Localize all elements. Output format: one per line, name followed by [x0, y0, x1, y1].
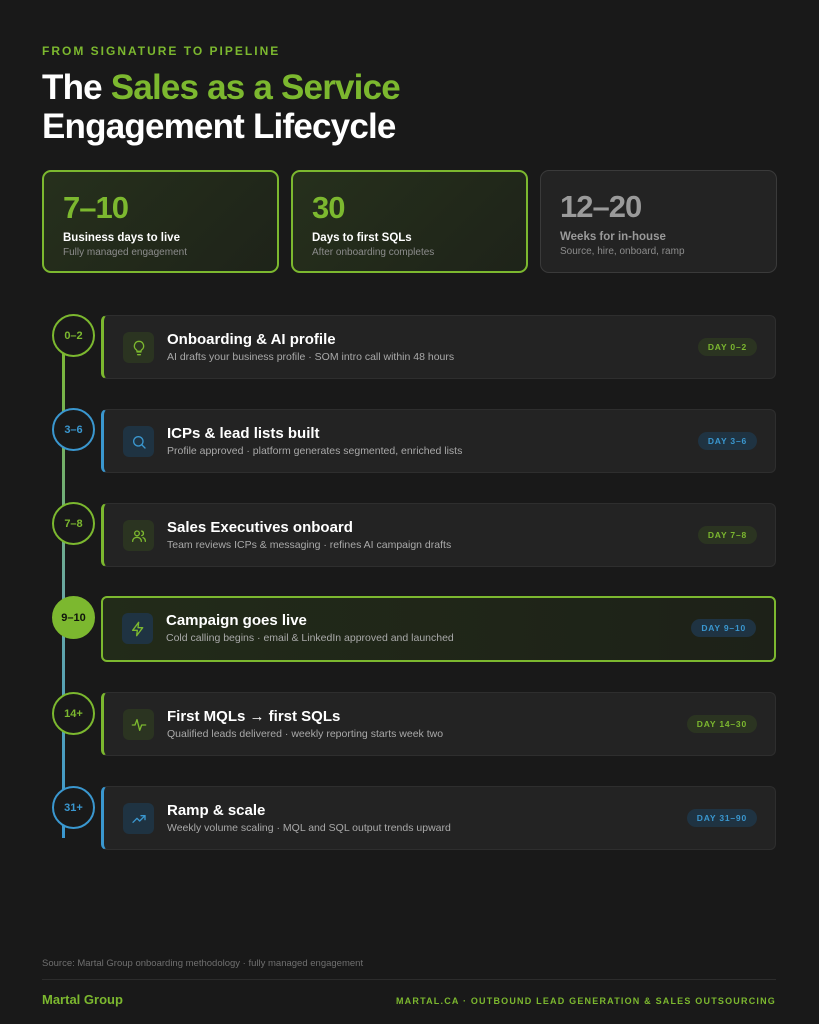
stat-value: 7–10	[63, 190, 129, 225]
title-accent: Sales as a Service	[110, 68, 401, 107]
step-title: First MQLs → first SQLs	[167, 708, 341, 725]
stat-sub: Fully managed engagement	[63, 247, 187, 258]
day-badge: DAY 31–90	[686, 809, 757, 827]
stat-label: Business days to live	[63, 232, 180, 244]
step-desc: Cold calling begins · email & LinkedIn a…	[166, 632, 454, 644]
stat-value: 30	[312, 190, 345, 225]
step-ramp-scale: Ramp & scale Weekly volume scaling · MQL…	[101, 786, 776, 850]
timeline-node-7-8: 7–8	[52, 502, 95, 545]
stat-card-in-house: 12–20 Weeks for in-house Source, hire, o…	[540, 170, 777, 273]
day-badge: DAY 9–10	[691, 619, 756, 637]
timeline-node-3-6: 3–6	[52, 408, 95, 451]
step-onboarding: Onboarding & AI profile AI drafts your b…	[101, 315, 776, 379]
day-badge: DAY 3–6	[697, 432, 757, 450]
step-desc: Qualified leads delivered · weekly repor…	[167, 728, 444, 740]
activity-icon	[123, 709, 154, 740]
stat-label: Weeks for in-house	[560, 231, 666, 243]
footer-divider	[42, 979, 776, 980]
brand-name: Martal Group	[42, 992, 123, 1007]
step-sales-executives: Sales Executives onboard Team reviews IC…	[101, 503, 776, 567]
step-icps: ICPs & lead lists built Profile approved…	[101, 409, 776, 473]
step-title: ICPs & lead lists built	[167, 425, 320, 442]
timeline-node-9-10: 9–10	[52, 596, 95, 639]
step-title: Sales Executives onboard	[167, 519, 353, 536]
footer-tagline: MARTAL.CA · OUTBOUND LEAD GENERATION & S…	[395, 996, 776, 1006]
timeline-node-0-2: 0–2	[52, 314, 95, 357]
lightning-icon	[122, 613, 153, 644]
step-title: Campaign goes live	[166, 612, 307, 629]
source-note: Source: Martal Group onboarding methodol…	[42, 958, 364, 969]
step-desc: AI drafts your business profile · SOM in…	[167, 351, 455, 363]
step-desc: Weekly volume scaling · MQL and SQL outp…	[167, 822, 451, 834]
step-desc: Profile approved · platform generates se…	[167, 445, 463, 457]
step-first-mqls: First MQLs → first SQLs Qualified leads …	[101, 692, 776, 756]
step-desc: Team reviews ICPs & messaging · refines …	[167, 539, 452, 551]
step-title: Ramp & scale	[167, 802, 266, 819]
title-line-2: Engagement Lifecycle	[42, 107, 396, 146]
step-campaign-live: Campaign goes live Cold calling begins ·…	[101, 596, 776, 662]
stat-sub: After onboarding completes	[312, 247, 435, 258]
stat-value: 12–20	[560, 189, 642, 224]
trend-up-icon	[123, 803, 154, 834]
eyebrow: FROM SIGNATURE TO PIPELINE	[42, 44, 281, 58]
stat-label: Days to first SQLs	[312, 232, 412, 244]
timeline-node-31-plus: 31+	[52, 786, 95, 829]
page-title: The Sales as a Service Engagement Lifecy…	[42, 68, 401, 146]
step-title: Onboarding & AI profile	[167, 331, 336, 348]
search-icon	[123, 426, 154, 457]
stat-sub: Source, hire, onboard, ramp	[560, 246, 685, 257]
day-badge: DAY 14–30	[686, 715, 757, 733]
timeline-node-14-plus: 14+	[52, 692, 95, 735]
lightbulb-icon	[123, 332, 154, 363]
stat-card-days-to-live: 7–10 Business days to live Fully managed…	[42, 170, 279, 273]
day-badge: DAY 0–2	[697, 338, 757, 356]
users-icon	[123, 520, 154, 551]
stat-card-days-to-sqls: 30 Days to first SQLs After onboarding c…	[291, 170, 528, 273]
title-lead: The	[42, 68, 111, 107]
day-badge: DAY 7–8	[697, 526, 757, 544]
